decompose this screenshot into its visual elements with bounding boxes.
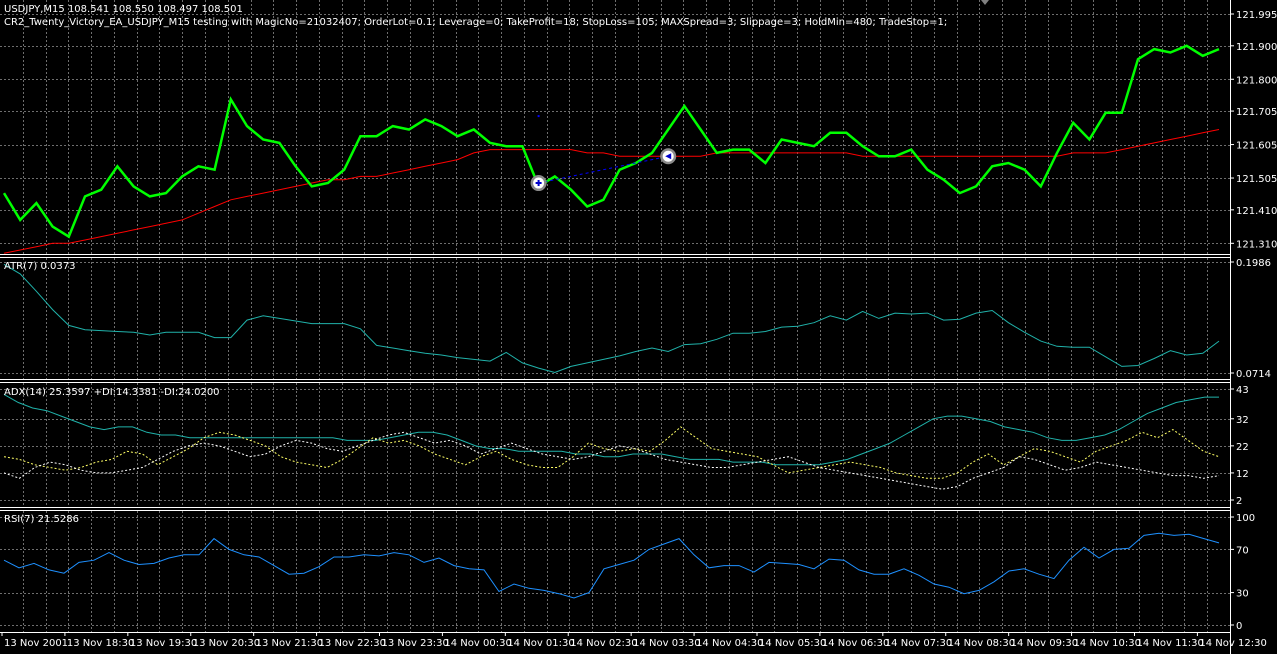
scale-label: 30 xyxy=(1236,589,1249,600)
scale-label: 43 xyxy=(1236,385,1249,396)
adx-panel-title: ADX(14) 25.3597 +DI:14.3381 -DI:24.0200 xyxy=(4,387,220,398)
time-label: 14 Nov 07:30 xyxy=(885,638,952,649)
time-label: 14 Nov 09:30 xyxy=(1011,638,1078,649)
time-label: 14 Nov 08:30 xyxy=(948,638,1015,649)
scale-label: 22 xyxy=(1236,442,1249,453)
scale-label: 70 xyxy=(1236,545,1249,556)
scale-label: 0 xyxy=(1236,621,1242,632)
scale-label: 121.800 xyxy=(1236,75,1277,86)
rsi-panel-title: RSI(7) 21.5286 xyxy=(4,514,79,525)
scale-label: 121.505 xyxy=(1236,174,1277,185)
stop-marker xyxy=(537,115,540,118)
scale-label: 100 xyxy=(1236,513,1255,524)
scale-label: 121.705 xyxy=(1236,107,1277,118)
scale-label: 121.900 xyxy=(1236,42,1277,53)
time-label: 14 Nov 01:30 xyxy=(507,638,574,649)
time-label: 13 Nov 19:30 xyxy=(130,638,197,649)
scale-label: 2 xyxy=(1236,496,1242,507)
time-label: 13 Nov 23:30 xyxy=(381,638,448,649)
time-label: 14 Nov 10:30 xyxy=(1074,638,1141,649)
ea-header: CR2_Twenty_Victory_EA_USDJPY_M15 testing… xyxy=(4,17,947,28)
time-label: 13 Nov 18:30 xyxy=(67,638,134,649)
scale-label: 32 xyxy=(1236,415,1249,426)
time-label: 13 Nov 21:30 xyxy=(256,638,323,649)
time-label: 13 Nov 20:30 xyxy=(193,638,260,649)
scale-label: 0.0714 xyxy=(1236,369,1271,380)
time-label: 14 Nov 02:30 xyxy=(570,638,637,649)
mt4-chart: 121.995 121.900 121.800 121.705 121.605 121.5… xyxy=(0,0,1277,654)
atr-panel-title: ATR(7) 0.0373 xyxy=(4,261,75,272)
symbol-header: USDJPY,M15 108.541 108.550 108.497 108.5… xyxy=(4,4,243,15)
scale-label: 0.1986 xyxy=(1236,258,1271,269)
scale-label: 121.605 xyxy=(1236,141,1277,152)
time-label: 14 Nov 05:30 xyxy=(759,638,826,649)
time-label: 13 Nov 22:30 xyxy=(319,638,386,649)
time-label: 14 Nov 03:30 xyxy=(633,638,700,649)
time-label: 14 Nov 06:30 xyxy=(822,638,889,649)
time-label: 14 Nov 00:30 xyxy=(444,638,511,649)
time-label: 14 Nov 11:30 xyxy=(1136,638,1203,649)
scale-label: 121.995 xyxy=(1236,10,1277,21)
scale-label: 121.310 xyxy=(1236,239,1277,250)
scale-label: 12 xyxy=(1236,469,1249,480)
time-label: 14 Nov 12:30 xyxy=(1199,638,1266,649)
scale-label: 121.410 xyxy=(1236,206,1277,217)
time-label: 13 Nov 2001 xyxy=(4,638,68,649)
time-label: 14 Nov 04:30 xyxy=(696,638,763,649)
